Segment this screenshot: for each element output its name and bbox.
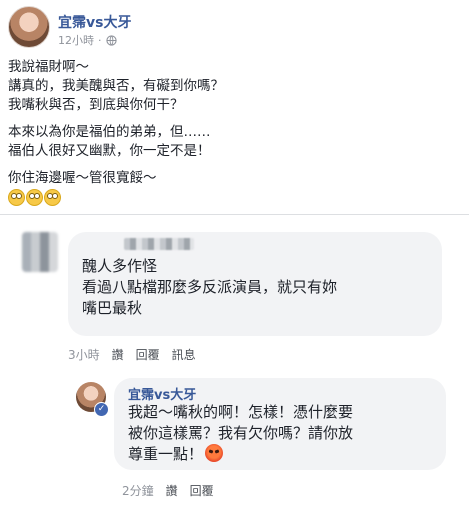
post-line: 我嘴秋與否，到底與你何干？ [8, 97, 184, 113]
comment-timestamp[interactable]: 3小時 [68, 346, 100, 363]
reply-link[interactable]: 回覆 [190, 482, 214, 499]
blurred-commenter-avatar[interactable] [22, 232, 58, 272]
emoji-row [8, 189, 458, 206]
angry-face-emoji-icon [205, 444, 224, 462]
comment-line: 醜人多作怪 [82, 257, 158, 275]
like-link[interactable]: 讚 [166, 482, 178, 499]
comment-timestamp[interactable]: 2分鐘 [122, 482, 154, 499]
globe-icon [105, 34, 117, 46]
reply-link[interactable]: 回覆 [136, 346, 160, 363]
comment-line: 尊重一點！ [128, 445, 204, 463]
reply-author-name[interactable]: 宜霈vs大牙 [128, 384, 196, 403]
comment-bubble: 宜霈vs大牙 我超～嘴秋的啊！怎樣！憑什麼要 被你這樣罵？我有欠你嗎？請你放 尊… [114, 378, 446, 470]
comment-text: 醜人多作怪 看過八點檔那麼多反派演員，就只有妳 嘴巴最秋 [82, 256, 337, 319]
verified-check-icon: ✓ [94, 402, 109, 417]
post-author-name[interactable]: 宜霈vs大牙 [58, 12, 131, 32]
post-line: 本來以為你是福伯的弟弟，但…… [8, 124, 211, 140]
message-link[interactable]: 訊息 [172, 346, 196, 363]
post-line: 我說福財啊～ [8, 59, 89, 75]
post-meta: 12小時 · [58, 32, 117, 48]
like-link[interactable]: 讚 [112, 346, 124, 363]
post-header: 宜霈vs大牙 12小時 · [8, 6, 448, 52]
eye-roll-emoji-icon [8, 189, 25, 206]
eye-roll-emoji-icon [26, 189, 43, 206]
post-line: 你住海邊喔～管很寬餒～ [8, 170, 157, 186]
author-avatar[interactable] [8, 6, 50, 48]
comment-actions: 2分鐘 讚 回覆 [122, 482, 214, 499]
post-line: 福伯人很好又幽默，你一定不是！ [8, 143, 211, 159]
post-body: 我說福財啊～ 講真的，我美醜與否，有礙到你嗎？ 我嘴秋與否，到底與你何干？ 本來… [8, 58, 458, 206]
comment-line: 看過八點檔那麼多反派演員，就只有妳 [82, 278, 338, 296]
post-line: 講真的，我美醜與否，有礙到你嗎？ [8, 78, 224, 94]
comment-line: 我超～嘴秋的啊！怎樣！憑什麼要 [128, 403, 354, 421]
post-timestamp[interactable]: 12小時 [58, 32, 94, 48]
comment-text: 我超～嘴秋的啊！怎樣！憑什麼要 被你這樣罵？我有欠你嗎？請你放 尊重一點！ [128, 402, 353, 465]
comment-line: 被你這樣罵？我有欠你嗎？請你放 [128, 424, 354, 442]
blurred-commenter-name[interactable] [124, 238, 194, 250]
eye-roll-emoji-icon [44, 189, 61, 206]
comment-line: 嘴巴最秋 [82, 299, 143, 317]
comment-actions: 3小時 讚 回覆 訊息 [68, 346, 196, 363]
comment-bubble: 醜人多作怪 看過八點檔那麼多反派演員，就只有妳 嘴巴最秋 [68, 232, 442, 336]
divider [0, 214, 469, 215]
comments-panel: 醜人多作怪 看過八點檔那麼多反派演員，就只有妳 嘴巴最秋 3小時 讚 回覆 訊息… [8, 222, 460, 514]
